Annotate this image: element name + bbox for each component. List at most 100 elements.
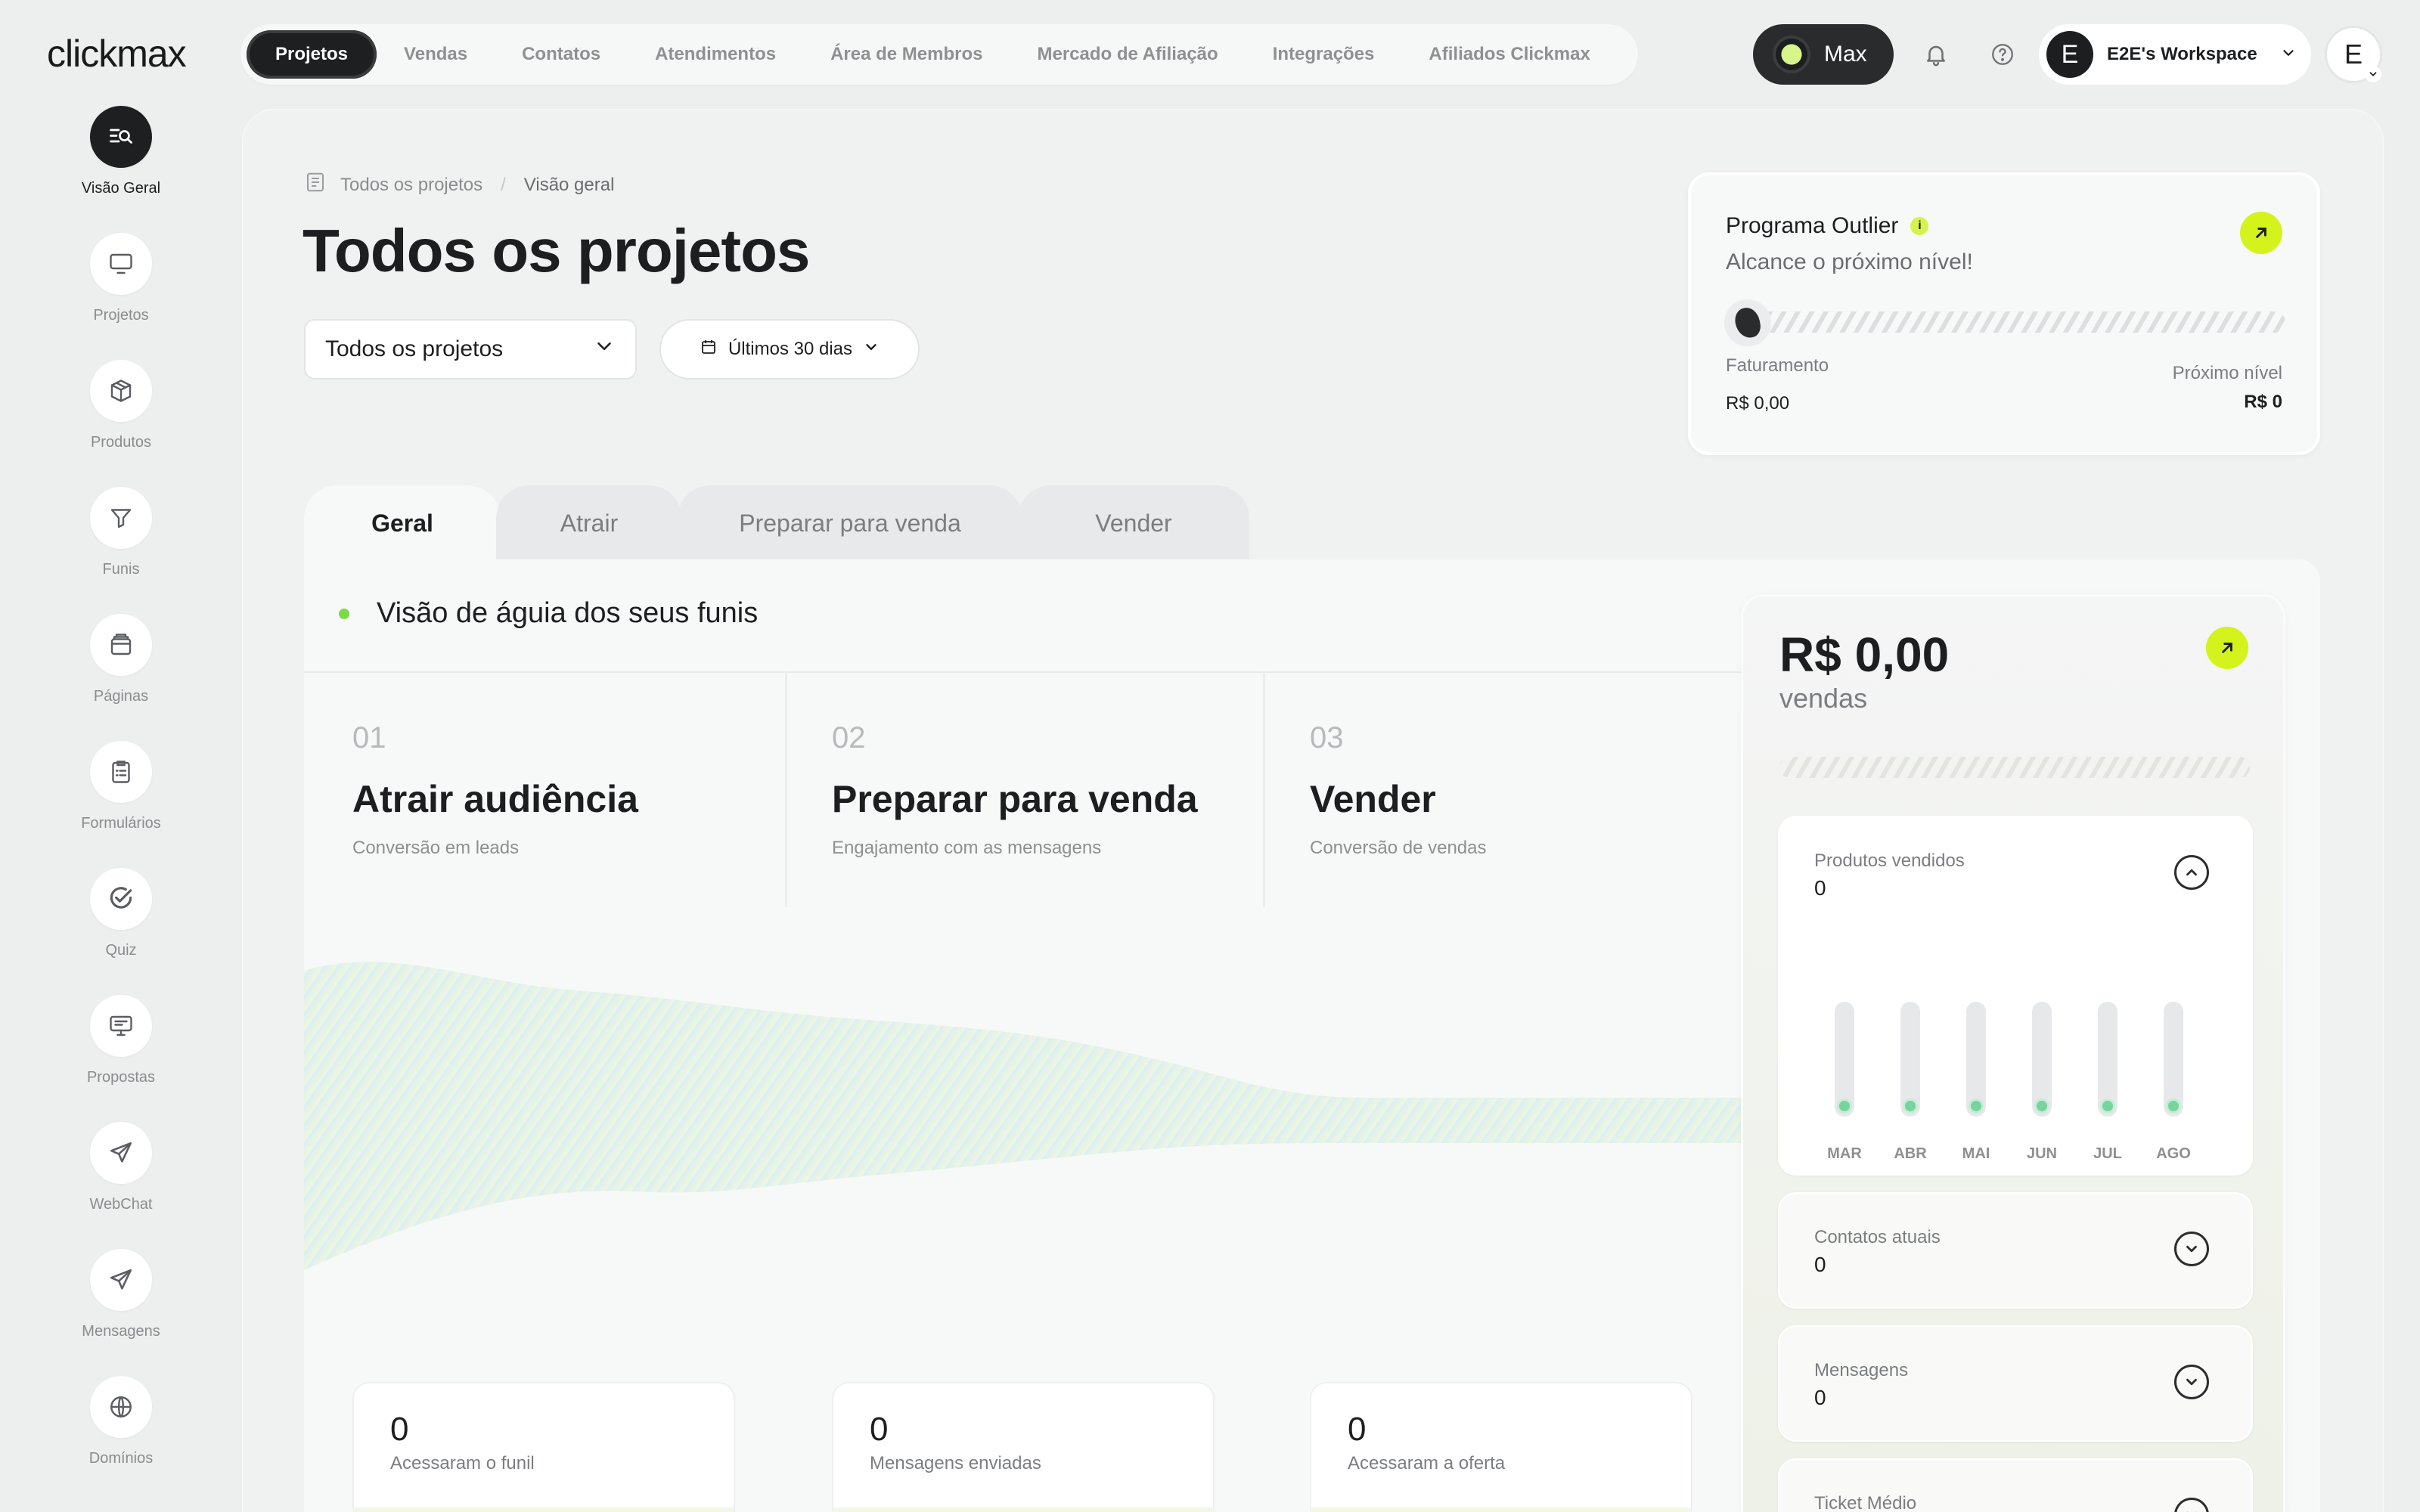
bar-value-marker [1837, 1098, 1852, 1114]
next-level-value: R$ 0 [2244, 392, 2282, 412]
nav-integracoes[interactable]: Integrações [1246, 30, 1402, 79]
nav-mercado-de-afiliacao[interactable]: Mercado de Afiliação [1010, 30, 1246, 79]
chevron-down-icon[interactable] [2174, 1365, 2209, 1399]
card-label: Contatos atuais [1814, 1227, 1941, 1247]
sidebar-item-propostas[interactable]: Propostas [0, 995, 242, 1086]
tab-geral[interactable]: Geral [304, 485, 501, 561]
box-icon [90, 360, 152, 422]
sidebar-item-formularios[interactable]: Formulários [0, 741, 242, 832]
breadcrumb-root[interactable]: Todos os projetos [340, 175, 482, 196]
bar-track [1835, 1002, 1854, 1117]
chevron-down-icon[interactable] [2174, 1232, 2209, 1266]
sidebar-label: WebChat [89, 1196, 153, 1213]
plan-label: Max [1824, 42, 1867, 67]
arrow-up-right-icon[interactable] [2206, 627, 2248, 669]
sidebar-item-projetos[interactable]: Projetos [0, 233, 242, 324]
outlier-title: Programa Outlier [1726, 213, 1899, 238]
bar-value-marker [1969, 1098, 1984, 1114]
tab-atrair[interactable]: Atrair [496, 485, 682, 561]
nav-contatos[interactable]: Contatos [495, 30, 628, 79]
nav-projetos[interactable]: Projetos [247, 30, 377, 79]
sidebar-item-quiz[interactable]: Quiz [0, 868, 242, 959]
sidebar-item-mensagens[interactable]: Mensagens [0, 1249, 242, 1340]
tab-preparar-para-venda[interactable]: Preparar para venda [678, 485, 1022, 561]
stage-vender[interactable]: 03 Vender Conversão de vendas [1261, 671, 1738, 907]
month-bar: MAI [1953, 1002, 1999, 1163]
month-bar: JUL [2085, 1002, 2130, 1163]
card-label: Produtos vendidos [1814, 850, 1965, 871]
sidebar-item-produtos[interactable]: Produtos [0, 360, 242, 451]
sidebar-label: Formulários [81, 815, 161, 832]
card-produtos-vendidos: Produtos vendidos 0 MAR ABR MAI JUN JUL AGO [1778, 816, 2253, 1176]
arrow-up-right-icon[interactable] [2240, 212, 2282, 254]
funnel-icon [90, 487, 152, 549]
status-dot [339, 608, 349, 619]
breadcrumb-separator: / [501, 174, 506, 195]
metric-label: Acessaram o funil [390, 1453, 535, 1473]
nav-vendas[interactable]: Vendas [377, 30, 495, 79]
sales-amount: R$ 0,00 [1779, 627, 1950, 682]
sidebar-item-paginas[interactable]: Páginas [0, 614, 242, 705]
user-avatar-letter: E [2344, 39, 2363, 70]
sales-summary-panel: R$ 0,00 vendas Produtos vendidos 0 MAR AB… [1741, 594, 2285, 1512]
sidebar-item-webchat[interactable]: WebChat [0, 1122, 242, 1213]
funnel-flow-graphic [304, 962, 1741, 1270]
breadcrumb-current: Visão geral [523, 174, 615, 195]
plan-status-icon [1776, 39, 1807, 70]
stage-number: 02 [832, 721, 866, 754]
user-avatar[interactable]: E [2325, 26, 2382, 83]
sidebar-label: Produtos [90, 434, 152, 451]
card-value: 0 [1814, 1253, 1826, 1276]
info-icon[interactable]: i [1910, 217, 1929, 235]
sidebar-item-dominios[interactable]: Domínios [0, 1376, 242, 1467]
sidebar-item-funis[interactable]: Funis [0, 487, 242, 578]
plan-max-button[interactable]: Max [1753, 24, 1894, 85]
stage-title: Preparar para venda [832, 778, 1198, 820]
presentation-icon [90, 995, 152, 1057]
stage-subtitle: Conversão em leads [352, 838, 520, 858]
tab-vender[interactable]: Vender [1018, 485, 1249, 561]
bar-value-marker [2034, 1098, 2049, 1114]
help-icon[interactable] [1984, 36, 2021, 73]
bar-track [1966, 1002, 1986, 1117]
stage-title: Vender [1310, 778, 1436, 820]
stage-preparar[interactable]: 02 Preparar para venda Engajamento com a… [783, 671, 1264, 907]
metric-acessaram-funil: 0 Acessaram o funil [352, 1382, 735, 1512]
overview-icon [90, 106, 152, 168]
chevron-down-icon [863, 339, 880, 361]
project-select-value: Todos os projetos [325, 336, 504, 361]
nav-afiliados-clickmax[interactable]: Afiliados Clickmax [1401, 30, 1617, 79]
card-value: 0 [1814, 876, 1826, 900]
stage-title: Atrair audiência [352, 778, 638, 820]
month-label: JUN [2026, 1145, 2057, 1162]
sidebar-label: Quiz [105, 942, 137, 959]
revenue-label: Faturamento [1726, 355, 1829, 376]
top-navigation: Projetos Vendas Contatos Atendimentos Ár… [240, 24, 1638, 85]
clipboard-icon [90, 741, 152, 803]
page-title: Todos os projetos [302, 217, 810, 284]
sales-progress-track [1779, 757, 2250, 778]
bar-value-marker [2166, 1098, 2181, 1114]
sidebar-item-visao-geral[interactable]: Visão Geral [0, 106, 242, 197]
card-label: Mensagens [1814, 1360, 1909, 1380]
metric-value: 0 [870, 1411, 889, 1448]
bell-icon[interactable] [1918, 36, 1954, 73]
chevron-down-icon[interactable] [2174, 1498, 2209, 1512]
app-logo[interactable]: clickmax [47, 32, 187, 76]
month-bar: MAR [1822, 1002, 1867, 1163]
nav-atendimentos[interactable]: Atendimentos [628, 30, 803, 79]
workspace-switcher[interactable]: E E2E's Workspace [2039, 24, 2311, 85]
project-select[interactable]: Todos os projetos [304, 319, 637, 380]
sidebar-label: Visão Geral [81, 180, 161, 197]
stage-atrair[interactable]: 01 Atrair audiência Conversão em leads [304, 671, 785, 907]
nav-area-de-membros[interactable]: Área de Membros [803, 30, 1010, 79]
month-label: ABR [1894, 1145, 1927, 1162]
month-label: AGO [2156, 1145, 2191, 1162]
chevron-up-icon[interactable] [2174, 855, 2209, 890]
funnel-heading-text: Visão de águia dos seus funis [377, 597, 759, 629]
card-ticket-medio: Ticket Médio [1778, 1458, 2253, 1512]
bar-value-marker [1903, 1098, 1918, 1114]
funnel-heading: Visão de águia dos seus funis [339, 597, 758, 630]
date-range-button[interactable]: Últimos 30 dias [659, 319, 920, 380]
metric-label: Mensagens enviadas [870, 1453, 1041, 1473]
